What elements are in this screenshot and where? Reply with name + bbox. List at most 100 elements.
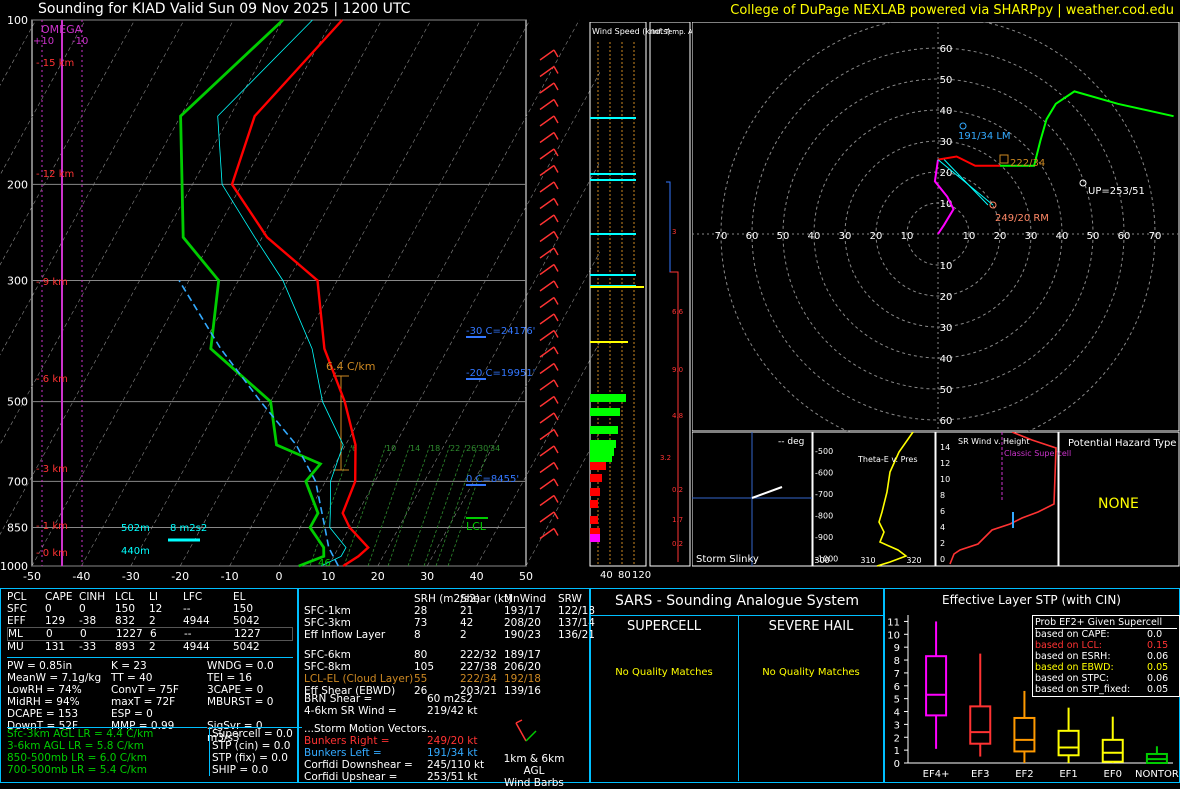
kin-row-cell: SFC-1km (304, 605, 351, 617)
sr-wind-value: 219/42 kt (427, 705, 478, 717)
height-label: - 15 km (36, 58, 74, 69)
speed-bar (590, 474, 602, 482)
sfc-height-label-1: 502m (121, 523, 150, 534)
thermo-header-cell: LI (149, 591, 158, 603)
stp-y-tick: 0 (894, 759, 900, 770)
index-row: LowRH = 74% ConvT = 75F 3CAPE = 0 (7, 684, 293, 696)
index-value: DCAPE = 153 (7, 708, 79, 720)
lapse-rate: 700-500mb LR = 5.4 C/km (7, 764, 147, 776)
sars-hail-result: No Quality Matches (762, 667, 860, 678)
kin-row-cell: 73 (414, 617, 428, 629)
wind-barb (539, 379, 555, 391)
wind-barb-flag (553, 528, 559, 536)
mixing-ratio-label: 30 (478, 444, 488, 453)
classic-supercell: Classic Supercell (1004, 449, 1071, 458)
thermo-row-eff-cell: 129 (45, 615, 66, 627)
hodo-ring-label: 70 (715, 231, 728, 242)
stp-box (969, 705, 992, 745)
wind-barb (539, 82, 555, 94)
kin-header-cell: SRW (558, 593, 582, 605)
index-value: ESP = 0 (111, 708, 153, 720)
stp-y-tick: 1 (894, 746, 900, 757)
hodo-ring-label: 30 (1025, 231, 1038, 242)
temp-tick: 0 (276, 570, 283, 583)
kin-row-cell: 105 (414, 661, 435, 673)
lapse-label: 6.4 C/km (326, 360, 375, 373)
speed-bar (590, 408, 620, 416)
hodo-ring-label: 70 (1149, 231, 1162, 242)
theta-p-tick: -600 (815, 469, 833, 478)
hodo-ring-label: 50 (1087, 231, 1100, 242)
srwind-y-tick: 0 (940, 555, 945, 564)
wind-barb (539, 511, 555, 523)
stp-legend: Prob EF2+ Given Supercell based on CAPE:… (1032, 615, 1180, 697)
kin-row: LCL-EL (Cloud Layer) 55 222/34 192/18 (304, 673, 586, 685)
lapse-rate: 3-6km AGL LR = 5.8 C/km (7, 740, 144, 752)
thermo-row-ml: ML 0 0 1227 6 -- 1227 (7, 627, 293, 641)
kin-row-cell: 190/23 (504, 629, 541, 641)
temp-tick: 30 (420, 570, 434, 583)
stp-y-tick: 3 (894, 720, 900, 731)
temp-tick: -40 (72, 570, 90, 583)
wind-barb (539, 478, 555, 490)
lcl-label: LCL (466, 520, 487, 533)
kin-row-cell: 206/20 (504, 661, 541, 673)
thermo-row-mu-cell: 5042 (233, 641, 260, 653)
wind-barb-flag (553, 66, 559, 74)
isotherm-label-30: -30 C=24176' (466, 326, 535, 337)
thermo-row-sfc-cell: 0 (79, 603, 86, 615)
stp-box (1101, 738, 1124, 763)
omega-tick-neg: -10 (72, 36, 88, 47)
kin-row: SFC-8km 105 227/38 206/20 (304, 661, 586, 673)
theta-label: Theta-E v. Pres (857, 455, 918, 464)
pressure-label: 850 (7, 521, 28, 534)
bunkers-left-label: Bunkers Left = (304, 747, 382, 759)
kin-row-cell: 42 (460, 617, 474, 629)
hazard-title: Potential Hazard Type (1068, 438, 1176, 449)
thermo-row-mu-cell: -33 (79, 641, 97, 653)
adv-title: Inf. Temp. Adv.(C/hr) (652, 28, 692, 36)
index-value: PW = 0.85in (7, 660, 73, 672)
speed-bar (590, 426, 618, 434)
thermo-row-eff-cell: 5042 (233, 615, 260, 627)
wind-barb-flag (553, 181, 559, 190)
kin-row-cell: 28 (414, 605, 428, 617)
barb-icon (515, 719, 537, 742)
sars-title: SARS - Sounding Analogue System (615, 593, 859, 609)
sfc-height-label-2: 440m (121, 546, 150, 557)
corfidi-down-label: Corfidi Downshear = (304, 759, 413, 771)
wind-barb-flag (553, 214, 559, 223)
stp-legend-label: based on STP_fixed: (1035, 684, 1131, 695)
stp-legend-label: based on EBWD: (1035, 662, 1114, 673)
adv-value: 0.2 (672, 486, 683, 494)
stp-y-tick: 6 (894, 682, 900, 693)
wind-barb-flag (553, 478, 559, 487)
wind-barb (539, 49, 555, 61)
wind-barb-flag (553, 511, 559, 520)
barb-caption-1: 1km & 6km AGL (503, 753, 565, 777)
mixing-ratio-label: 18 (430, 444, 440, 453)
wind-barb-flag (553, 412, 559, 421)
hodo-rm-label: 249/20 RM (995, 213, 1049, 224)
adv-value: 3 (672, 228, 676, 236)
hodo-lm-label: 191/34 LM (958, 131, 1011, 142)
wind-barb (539, 65, 555, 78)
index-value: LowRH = 74% (7, 684, 82, 696)
height-label: - 3 km (36, 464, 68, 475)
brn-shear-label: BRN Shear = (304, 693, 373, 705)
kin-row-cell: 55 (414, 673, 428, 685)
hodo-ring-label: 20 (870, 231, 883, 242)
isotherm-label-20: -20 C=19951' (466, 368, 535, 379)
kinematic-panel: SRH (m2/s2) Shear (kt) MnWind SRW SFC-1km 28 2… (297, 588, 595, 789)
stp-legend-value: 0.15 (1147, 640, 1169, 651)
hodo-ring-label: 60 (1118, 231, 1131, 242)
srwind-y-tick: 14 (940, 443, 950, 452)
pressure-label: 100 (7, 14, 28, 27)
hodo-ring-label: 40 (1056, 231, 1069, 242)
speed-bar (590, 462, 606, 470)
kin-row-cell: 8 (414, 629, 421, 641)
kin-row: SFC-3km 73 42 208/20 137/14 (304, 617, 595, 629)
stp-category: EF0 (1104, 769, 1122, 780)
omega-label: OMEGA (41, 23, 83, 36)
stp-y-tick: 9 (894, 643, 900, 654)
